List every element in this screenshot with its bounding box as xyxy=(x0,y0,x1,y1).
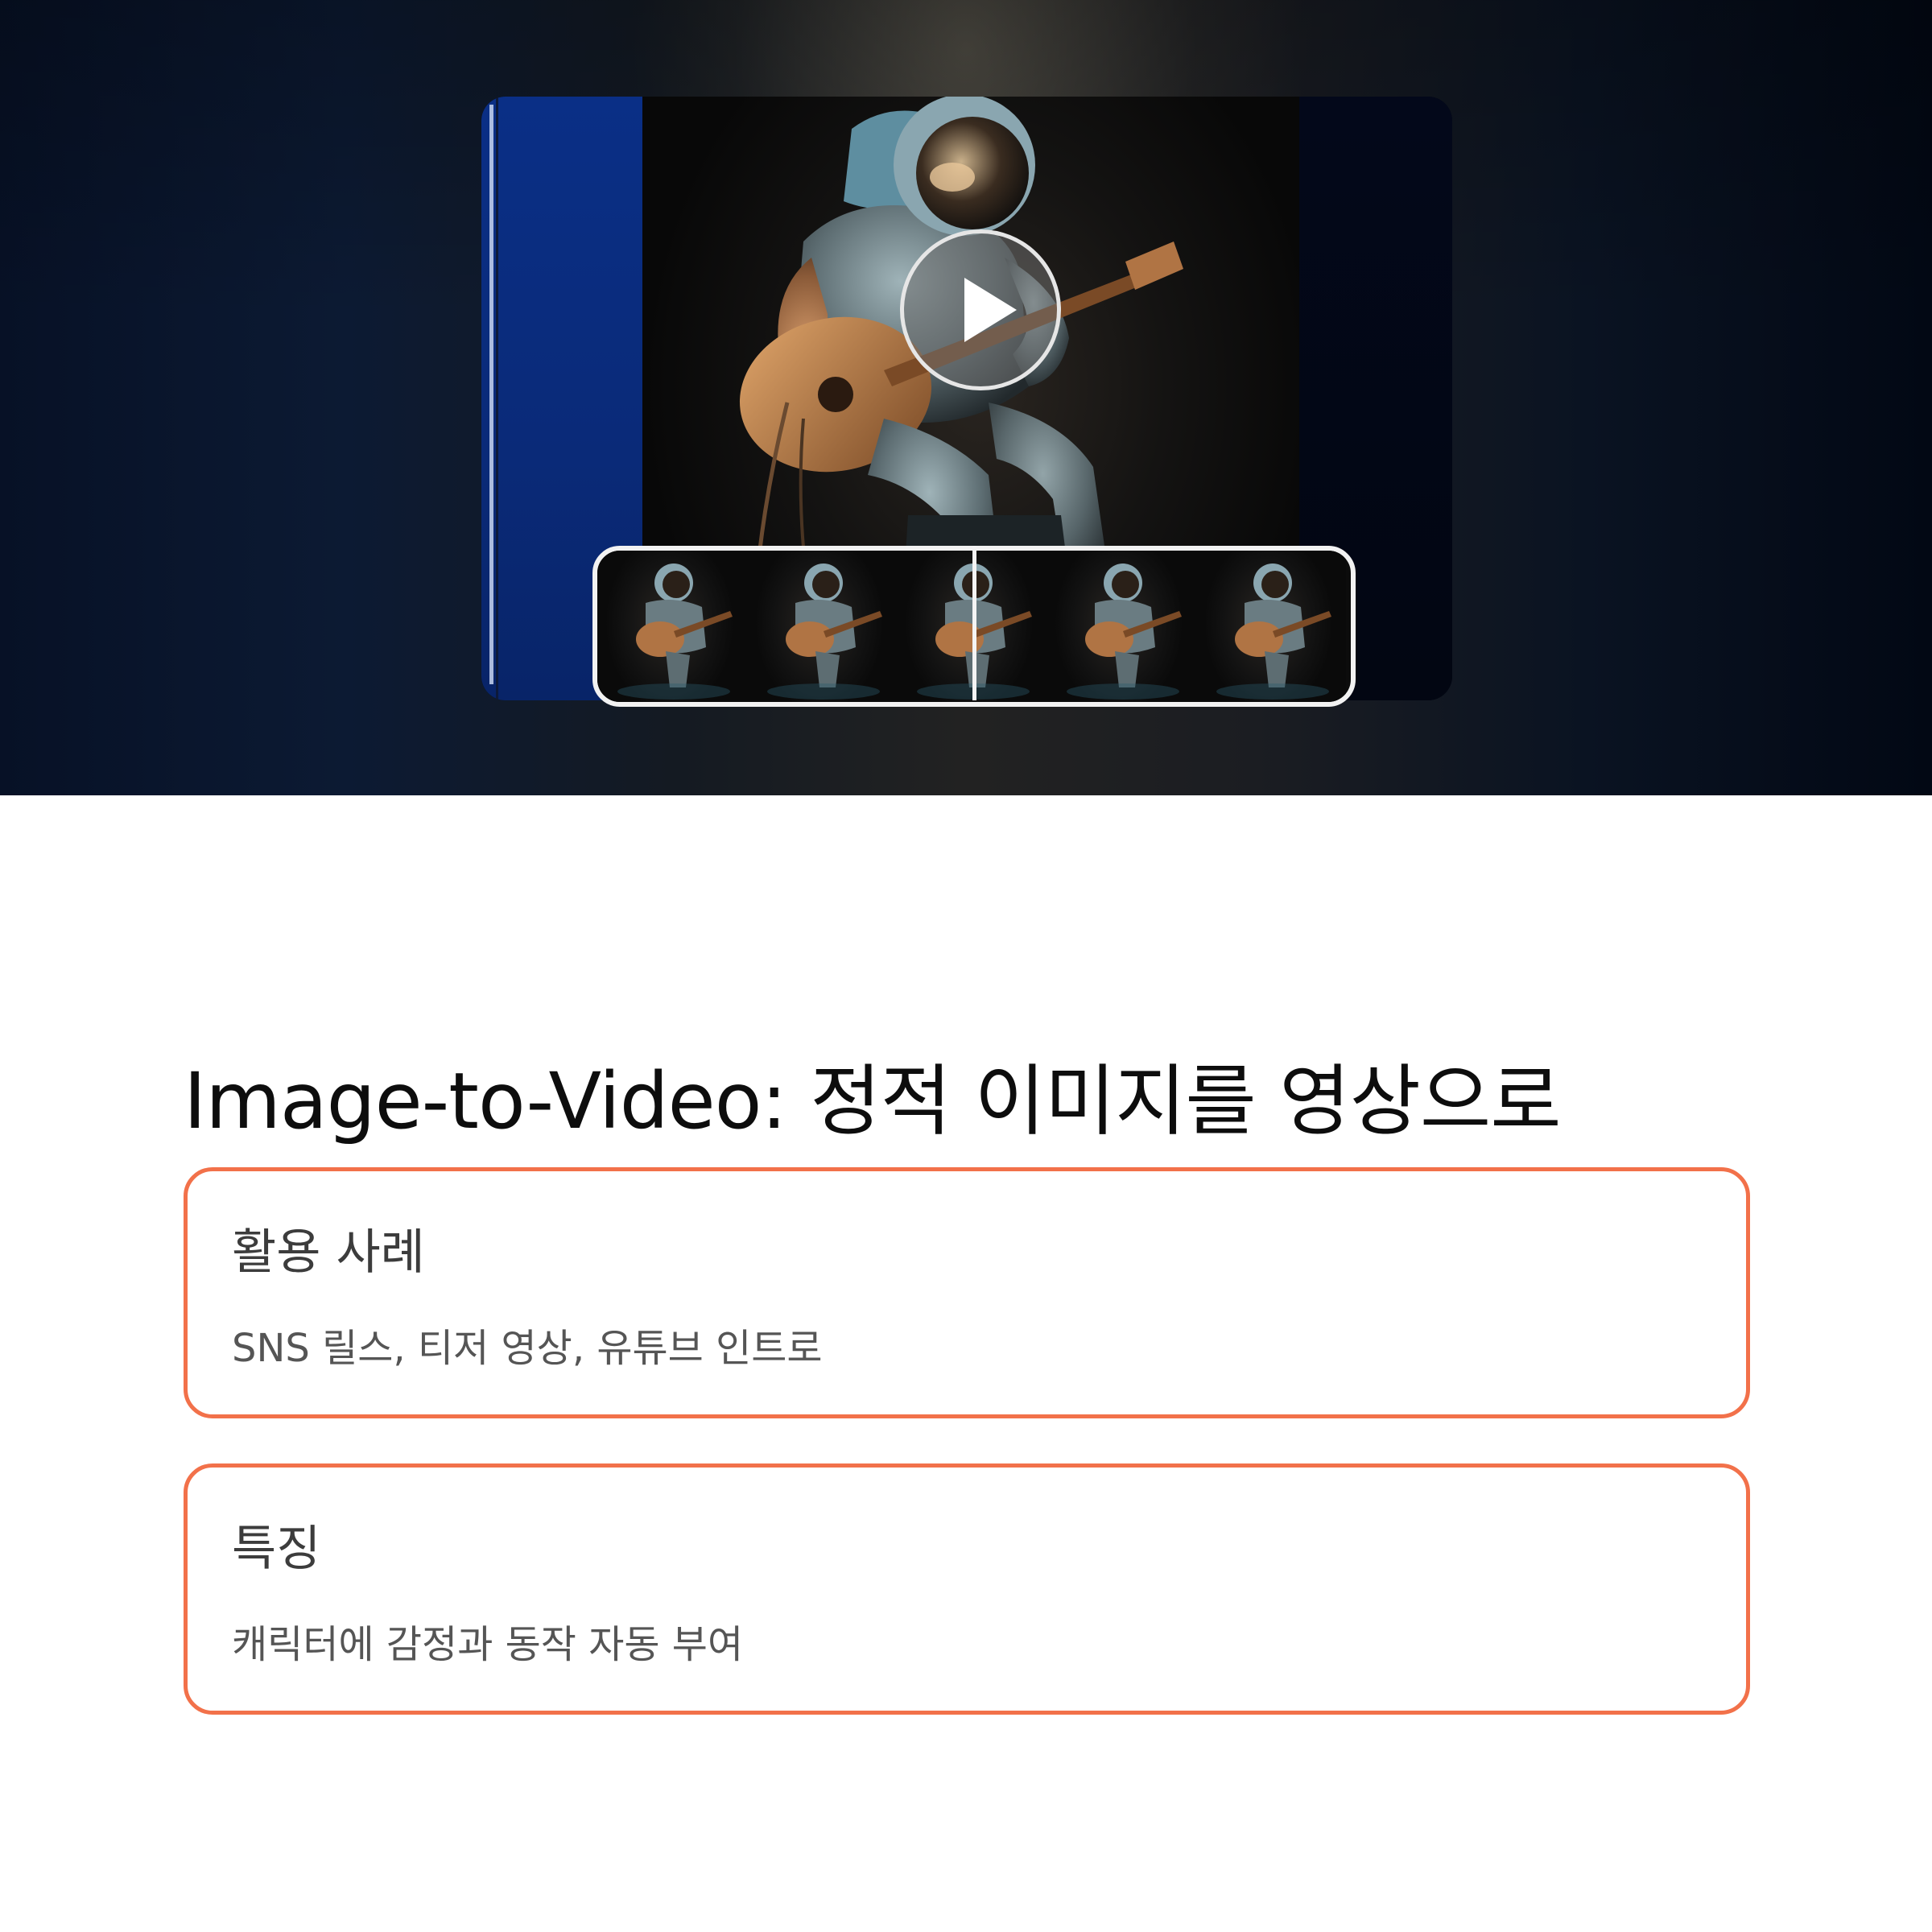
filmstrip-thumbnail[interactable] xyxy=(1046,551,1196,702)
page-title: Image-to-Video: 정적 이미지를 영상으로 xyxy=(184,1056,1562,1147)
playhead-marker[interactable] xyxy=(972,546,976,700)
card-description: 캐릭터에 감정과 동작 자동 부여 xyxy=(232,1622,744,1667)
card-description: SNS 릴스, 티저 영상, 유튜브 인트로 xyxy=(232,1326,823,1371)
frame-edge xyxy=(489,105,493,684)
hero-banner xyxy=(0,0,1932,795)
filmstrip-thumbnail[interactable] xyxy=(597,551,747,702)
features-card: 특징 캐릭터에 감정과 동작 자동 부여 xyxy=(184,1463,1750,1715)
play-icon xyxy=(964,278,1017,342)
card-title: 활용 사례 xyxy=(232,1224,425,1281)
filmstrip-thumbnail[interactable] xyxy=(1196,551,1346,702)
filmstrip-thumbnail[interactable] xyxy=(897,551,1046,702)
frame-edge-shadow xyxy=(496,97,498,700)
use-cases-card: 활용 사례 SNS 릴스, 티저 영상, 유튜브 인트로 xyxy=(184,1167,1750,1418)
play-button[interactable] xyxy=(900,229,1061,390)
filmstrip-thumbnail[interactable] xyxy=(747,551,897,702)
card-title: 특징 xyxy=(232,1521,321,1577)
